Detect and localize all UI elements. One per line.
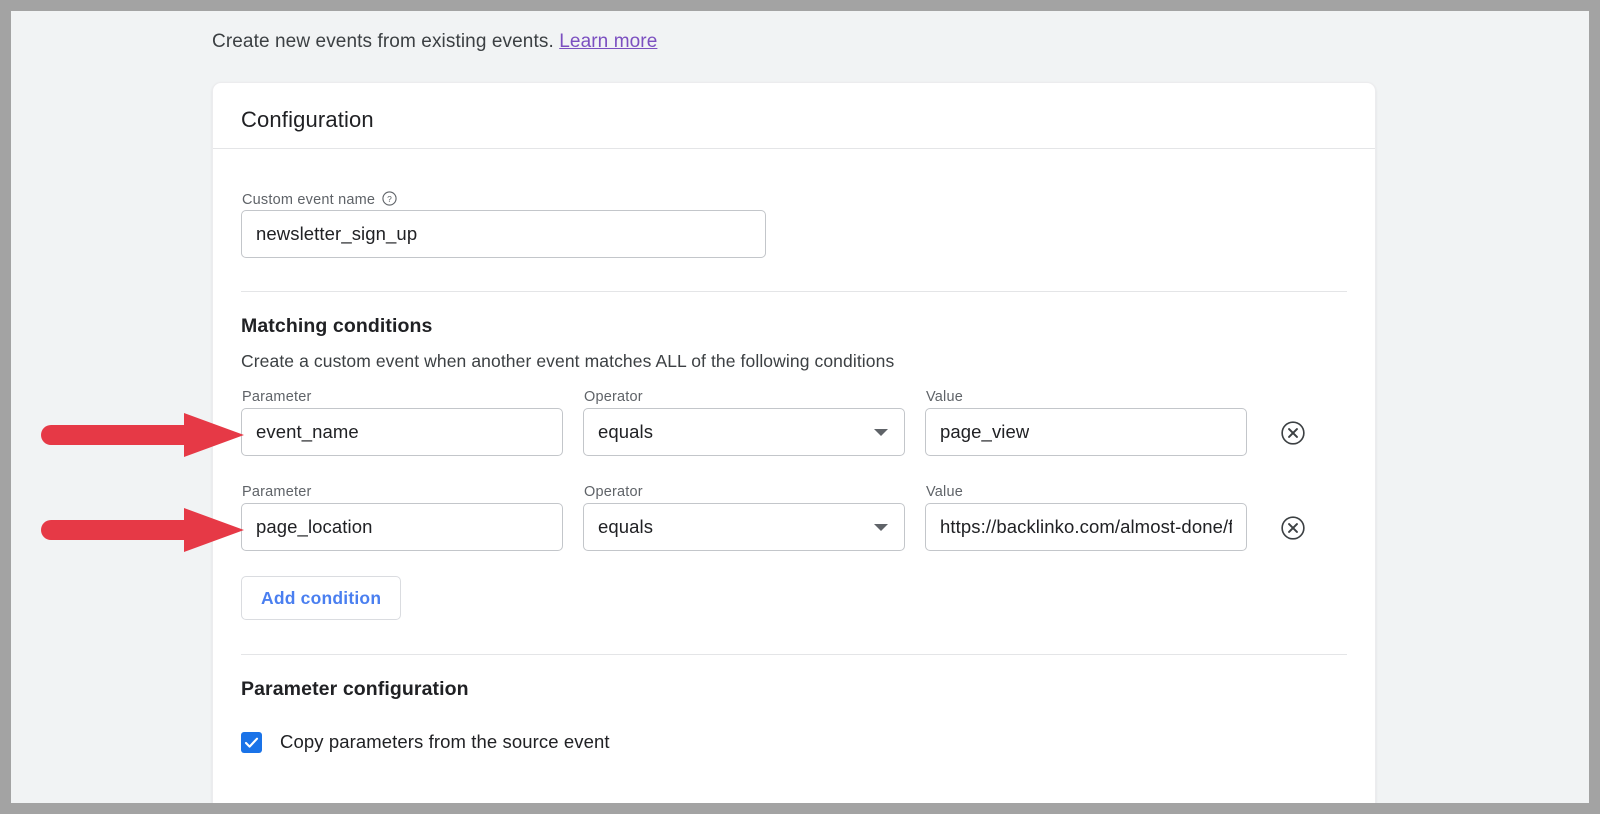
parameter-label: Parameter <box>242 389 312 405</box>
copy-parameters-label: Copy parameters from the source event <box>280 731 610 753</box>
value-value: page_view <box>940 421 1029 443</box>
chevron-down-icon <box>874 429 888 436</box>
operator-value: equals <box>598 421 874 443</box>
annotation-arrow <box>41 506 246 559</box>
svg-text:?: ? <box>387 194 392 204</box>
intro-label: Create new events from existing events. <box>212 31 554 52</box>
custom-event-name-input[interactable]: newsletter_sign_up <box>241 210 766 258</box>
value-value: https://backlinko.com/almost-done/f <box>940 516 1232 538</box>
parameter-configuration-title: Parameter configuration <box>241 678 469 701</box>
value-input-row-1[interactable]: https://backlinko.com/almost-done/f <box>925 503 1247 551</box>
operator-label: Operator <box>584 484 643 500</box>
intro-text: Create new events from existing events. … <box>212 31 657 53</box>
condition-row: Parameter event_name Operator equals Val… <box>213 389 1375 459</box>
card-title: Configuration <box>241 107 374 133</box>
learn-more-link[interactable]: Learn more <box>559 31 657 52</box>
parameter-input-row-1[interactable]: page_location <box>241 503 563 551</box>
value-input-row-0[interactable]: page_view <box>925 408 1247 456</box>
add-condition-button[interactable]: Add condition <box>241 576 401 620</box>
divider-after-conditions <box>241 654 1347 655</box>
divider-header <box>213 148 1375 149</box>
custom-event-name-label: Custom event name? <box>242 191 397 210</box>
operator-select-row-0[interactable]: equals <box>583 408 905 456</box>
screenshot-frame: Create new events from existing events. … <box>0 0 1600 814</box>
matching-conditions-subtitle: Create a custom event when another event… <box>241 351 894 372</box>
copy-parameters-checkbox[interactable] <box>241 732 262 753</box>
page-viewport: Create new events from existing events. … <box>11 11 1589 803</box>
parameter-value: event_name <box>256 421 359 443</box>
parameter-value: page_location <box>256 516 373 538</box>
operator-label: Operator <box>584 389 643 405</box>
operator-value: equals <box>598 516 874 538</box>
divider-after-event-name <box>241 291 1347 292</box>
parameter-label: Parameter <box>242 484 312 500</box>
chevron-down-icon <box>874 524 888 531</box>
value-label: Value <box>926 484 963 500</box>
operator-select-row-1[interactable]: equals <box>583 503 905 551</box>
parameter-input-row-0[interactable]: event_name <box>241 408 563 456</box>
add-condition-label: Add condition <box>261 588 381 609</box>
configuration-card: Configuration Custom event name? newslet… <box>212 82 1376 803</box>
custom-event-name-value: newsletter_sign_up <box>256 223 417 245</box>
help-circle-icon[interactable]: ? <box>382 191 397 210</box>
annotation-arrow <box>41 411 246 464</box>
value-label: Value <box>926 389 963 405</box>
check-icon <box>243 734 260 751</box>
copy-parameters-row: Copy parameters from the source event <box>241 731 610 753</box>
cancel-circle-icon[interactable] <box>1279 514 1307 542</box>
cancel-circle-icon[interactable] <box>1279 419 1307 447</box>
condition-row: Parameter page_location Operator equals … <box>213 484 1375 554</box>
matching-conditions-title: Matching conditions <box>241 315 432 338</box>
